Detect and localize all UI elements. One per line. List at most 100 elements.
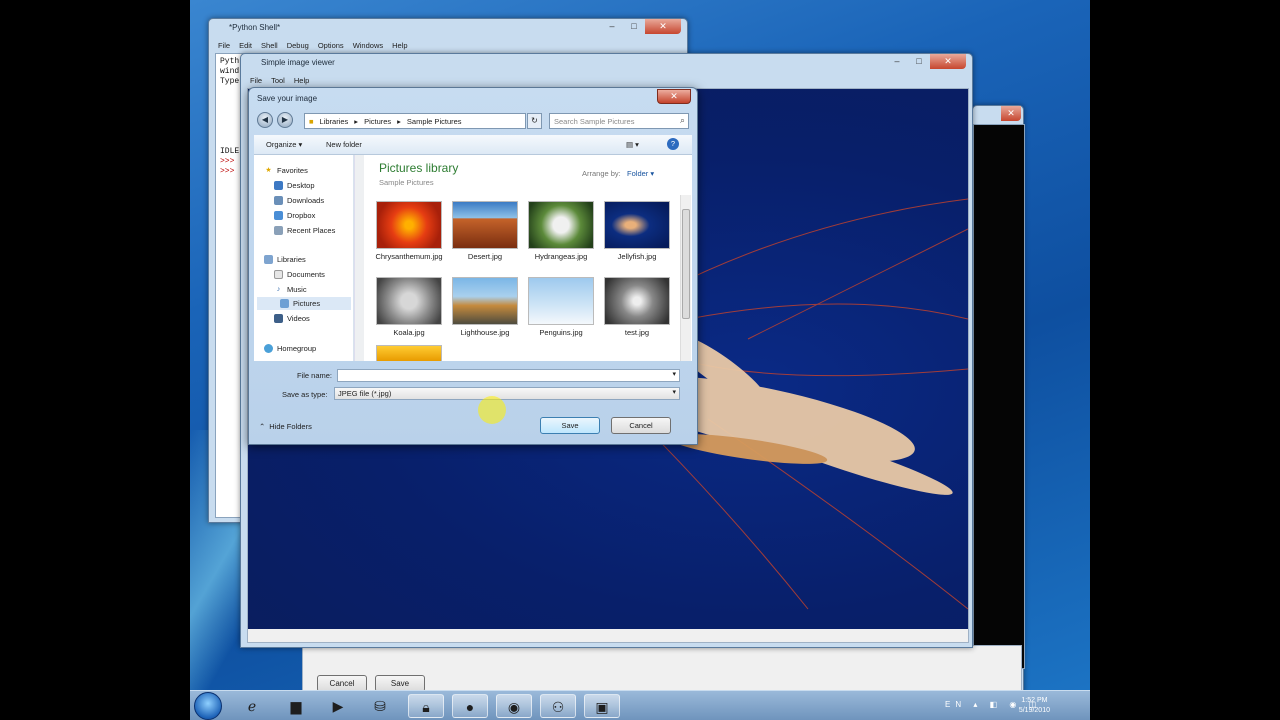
- maximize-icon[interactable]: □: [623, 19, 645, 34]
- thumbnail-desert[interactable]: [452, 201, 518, 249]
- image-viewer-app-icon[interactable]: ▣: [584, 694, 620, 718]
- search-input[interactable]: Search Sample Pictures ⌕: [549, 113, 689, 129]
- viewer-menubar: File Tool Help: [250, 76, 309, 85]
- thumbnail-hydrangeas[interactable]: [528, 201, 594, 249]
- nav-videos[interactable]: Videos: [274, 312, 310, 325]
- viewer-title: Simple image viewer: [261, 58, 335, 67]
- scrollbar-thumb[interactable]: [682, 209, 690, 319]
- menu-options[interactable]: Options: [318, 41, 344, 50]
- menu-windows[interactable]: Windows: [353, 41, 383, 50]
- close-icon[interactable]: ✕: [657, 89, 691, 104]
- file-label: Chrysanthemum.jpg: [375, 252, 443, 261]
- close-icon[interactable]: ✕: [645, 19, 681, 34]
- nav-downloads[interactable]: Downloads: [274, 194, 324, 207]
- green-app-icon[interactable]: ●: [452, 694, 488, 718]
- nav-label: Desktop: [287, 181, 315, 190]
- menu-file[interactable]: File: [218, 41, 230, 50]
- back-arrow-icon[interactable]: ◀: [257, 112, 273, 128]
- nav-pictures[interactable]: Pictures: [257, 297, 351, 310]
- nav-homegroup[interactable]: Homegroup: [264, 342, 316, 355]
- menu-shell[interactable]: Shell: [261, 41, 278, 50]
- nav-music[interactable]: ♪ Music: [274, 283, 307, 296]
- save-button[interactable]: Save: [540, 417, 600, 434]
- pictures-icon: [280, 299, 289, 308]
- dialog-body: ★ Favorites Desktop Downloads Dropbox Rec…: [254, 155, 692, 361]
- thumbnail-tulips-partial[interactable]: [376, 345, 442, 361]
- navigation-pane: ★ Favorites Desktop Downloads Dropbox Rec…: [254, 155, 354, 361]
- command-bar: Organize ▾ New folder ▤ ▾ ?: [254, 135, 692, 155]
- forward-arrow-icon[interactable]: ▶: [277, 112, 293, 128]
- chevron-down-icon[interactable]: ▾: [672, 370, 676, 378]
- menu-tool[interactable]: Tool: [271, 76, 285, 85]
- hide-folders-toggle[interactable]: ⌃ Hide Folders: [259, 422, 312, 431]
- background-window-canvas: [973, 124, 1025, 669]
- menu-help[interactable]: Help: [392, 41, 407, 50]
- chevron-down-icon[interactable]: ▾: [672, 388, 676, 396]
- thumbnail-koala[interactable]: [376, 277, 442, 325]
- arrange-by-label: Arrange by:: [582, 169, 621, 178]
- nav-recent-places[interactable]: Recent Places: [274, 224, 335, 237]
- arrange-by-value[interactable]: Folder ▾: [627, 169, 654, 178]
- refresh-icon[interactable]: ↻: [527, 113, 542, 129]
- close-icon[interactable]: ✕: [1001, 106, 1021, 121]
- thumbnail-penguins[interactable]: [528, 277, 594, 325]
- arrange-by[interactable]: Arrange by: Folder ▾: [582, 169, 654, 178]
- videos-icon: [274, 314, 283, 323]
- menu-debug[interactable]: Debug: [287, 41, 309, 50]
- menu-edit[interactable]: Edit: [239, 41, 252, 50]
- desktop-icon: [274, 181, 283, 190]
- lock-app-icon[interactable]: 🔒︎: [408, 694, 444, 718]
- cancel-button[interactable]: Cancel: [611, 417, 671, 434]
- nav-label: Favorites: [277, 166, 308, 175]
- background-window-controls[interactable]: ✕: [1001, 106, 1021, 122]
- homegroup-icon: [264, 344, 273, 353]
- library-title: Pictures library: [379, 161, 459, 175]
- nav-libraries[interactable]: Libraries: [264, 253, 306, 266]
- start-button[interactable]: [194, 692, 222, 720]
- maximize-icon[interactable]: □: [908, 54, 930, 69]
- shell-window-controls[interactable]: – □ ✕: [601, 19, 681, 35]
- language-indicator[interactable]: EN: [945, 700, 966, 709]
- minimize-icon[interactable]: –: [601, 19, 623, 34]
- firefox-icon[interactable]: ◉: [496, 694, 532, 718]
- thumbnail-test[interactable]: [604, 277, 670, 325]
- menu-file[interactable]: File: [250, 76, 262, 85]
- view-options-icon[interactable]: ▤ ▾: [626, 140, 639, 149]
- library-subtitle: Sample Pictures: [379, 178, 434, 187]
- breadcrumb-sample-pictures[interactable]: Sample Pictures: [407, 117, 462, 126]
- dialog-title: Save your image: [257, 94, 318, 103]
- thumbnail-lighthouse[interactable]: [452, 277, 518, 325]
- viewer-window-controls[interactable]: – □ ✕: [886, 54, 966, 70]
- background-window[interactable]: ✕: [972, 105, 1025, 695]
- nav-favorites[interactable]: ★ Favorites: [264, 164, 308, 177]
- menu-help[interactable]: Help: [294, 76, 309, 85]
- thumbnail-chrysanthemum[interactable]: [376, 201, 442, 249]
- new-folder-button[interactable]: New folder: [326, 140, 362, 149]
- thumbnail-jellyfish[interactable]: [604, 201, 670, 249]
- close-icon[interactable]: ✕: [930, 54, 966, 69]
- save-dialog[interactable]: Save your image ✕ ◀ ▶ ■ Libraries ▸ Pict…: [248, 87, 698, 445]
- nav-label: Music: [287, 285, 307, 294]
- nav-documents[interactable]: Documents: [274, 268, 325, 281]
- file-name-input[interactable]: ▾: [337, 369, 680, 382]
- nav-dropbox[interactable]: Dropbox: [274, 209, 315, 222]
- ie-icon[interactable]: ℯ: [234, 694, 270, 718]
- file-name-label: File name:: [297, 371, 333, 380]
- network-app-icon[interactable]: ⛁: [362, 694, 398, 718]
- address-bar[interactable]: ■ Libraries ▸ Pictures ▸ Sample Pictures: [304, 113, 526, 129]
- save-type-select[interactable]: JPEG file (*.jpg) ▾: [334, 387, 680, 400]
- media-player-icon[interactable]: ▶: [320, 694, 356, 718]
- file-list-scrollbar[interactable]: [680, 195, 691, 361]
- recent-places-icon: [274, 226, 283, 235]
- breadcrumb-libraries[interactable]: Libraries: [320, 117, 349, 126]
- organize-button[interactable]: Organize ▾: [266, 140, 302, 149]
- breadcrumb-pictures[interactable]: Pictures: [364, 117, 391, 126]
- dropbox-icon: [274, 211, 283, 220]
- nav-desktop[interactable]: Desktop: [274, 179, 315, 192]
- minimize-icon[interactable]: –: [886, 54, 908, 69]
- nav-scrollbar[interactable]: [354, 155, 364, 361]
- folder-icon[interactable]: ▆: [278, 694, 314, 718]
- python-icon[interactable]: ⚇: [540, 694, 576, 718]
- help-icon[interactable]: ?: [667, 138, 679, 150]
- clock[interactable]: 1:52 PM 5/19/2010: [1019, 696, 1050, 716]
